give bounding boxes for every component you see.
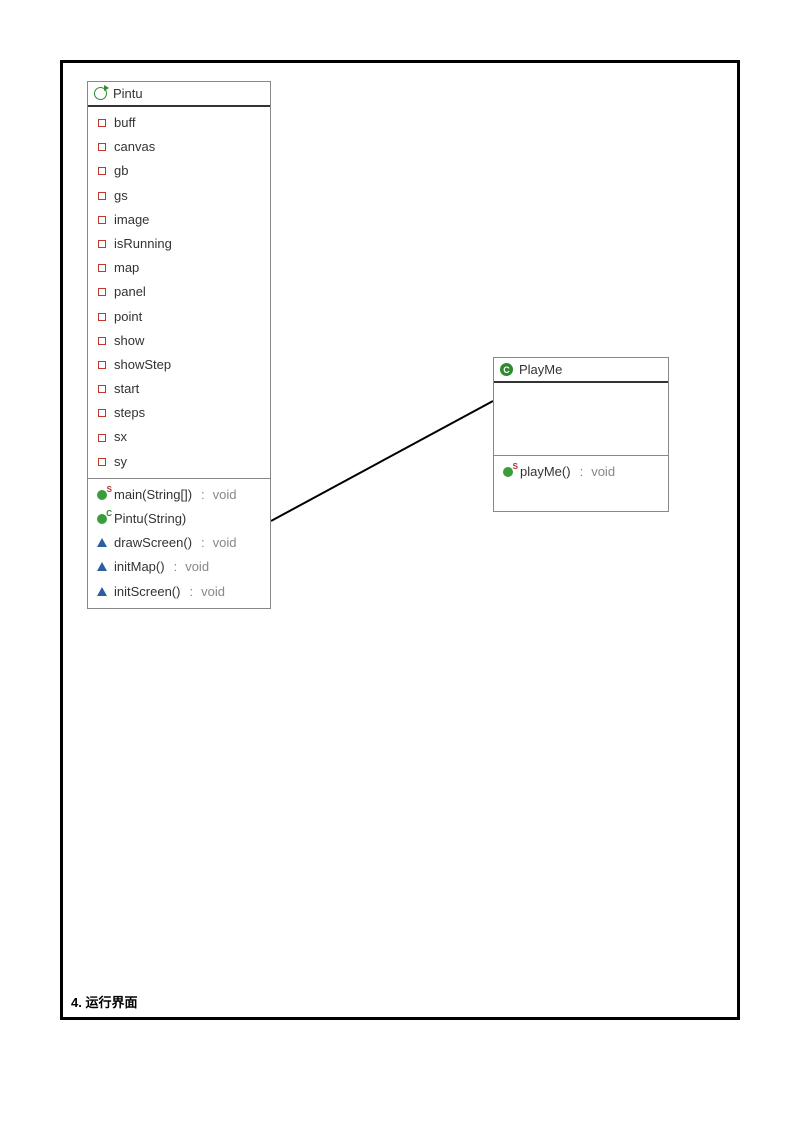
- playme-methods-compartment: playMe(): void: [494, 455, 668, 511]
- colon: :: [201, 486, 205, 504]
- pintu-field-gb: gb: [88, 159, 270, 183]
- pintu-field-map: map: [88, 256, 270, 280]
- field-icon: [98, 216, 106, 224]
- field-name: point: [114, 308, 142, 326]
- package-method-icon: [97, 538, 107, 547]
- field-icon: [98, 434, 106, 442]
- field-name: buff: [114, 114, 135, 132]
- field-icon: [98, 264, 106, 272]
- package-method-icon: [97, 587, 107, 596]
- field-name: showStep: [114, 356, 171, 374]
- pintu-field-isRunning: isRunning: [88, 232, 270, 256]
- class-box-playme: C PlayMe playMe(): void: [493, 357, 669, 512]
- method-signature: Pintu(String): [114, 510, 186, 528]
- pintu-fields-compartment: buff canvas gb gs image isRunning map panel poin…: [88, 107, 270, 478]
- field-icon: [98, 167, 106, 175]
- caption: 4. 运行界面: [71, 992, 137, 1011]
- pintu-field-start: start: [88, 377, 270, 401]
- pintu-methods-compartment: main(String[]): void Pintu(String) drawScre…: [88, 478, 270, 608]
- method-signature: initMap(): [114, 558, 165, 576]
- pintu-field-steps: steps: [88, 401, 270, 425]
- playme-method-0: playMe(): void: [494, 460, 668, 484]
- method-signature: initScreen(): [114, 583, 180, 601]
- return-type: void: [213, 534, 237, 552]
- page: Pintu buff canvas gb gs image isRunning map pan…: [0, 0, 800, 1132]
- pintu-field-panel: panel: [88, 280, 270, 304]
- pintu-field-sy: sy: [88, 450, 270, 474]
- field-icon: [98, 361, 106, 369]
- pintu-field-gs: gs: [88, 184, 270, 208]
- field-name: gs: [114, 187, 128, 205]
- field-icon: [98, 119, 106, 127]
- field-name: steps: [114, 404, 145, 422]
- colon: :: [174, 558, 178, 576]
- field-icon: [98, 337, 106, 345]
- class-name-playme: PlayMe: [519, 362, 562, 377]
- pintu-method-2: drawScreen(): void: [88, 531, 270, 555]
- pintu-method-1: Pintu(String): [88, 507, 270, 531]
- static-method-icon: [97, 490, 107, 500]
- class-name-pintu: Pintu: [113, 86, 143, 101]
- playme-fields-compartment: [494, 383, 668, 455]
- field-icon: [98, 385, 106, 393]
- pintu-field-buff: buff: [88, 111, 270, 135]
- return-type: void: [213, 486, 237, 504]
- field-icon: [98, 192, 106, 200]
- return-type: void: [201, 583, 225, 601]
- colon: :: [201, 534, 205, 552]
- class-icon: C: [500, 363, 513, 376]
- class-title-playme: C PlayMe: [494, 358, 668, 383]
- method-signature: main(String[]): [114, 486, 192, 504]
- pintu-field-image: image: [88, 208, 270, 232]
- field-name: image: [114, 211, 149, 229]
- field-icon: [98, 288, 106, 296]
- pintu-method-0: main(String[]): void: [88, 483, 270, 507]
- field-name: show: [114, 332, 144, 350]
- package-method-icon: [97, 562, 107, 571]
- field-icon: [98, 458, 106, 466]
- field-name: sy: [114, 453, 127, 471]
- method-signature: playMe(): [520, 463, 571, 481]
- field-name: map: [114, 259, 139, 277]
- field-name: start: [114, 380, 139, 398]
- colon: :: [580, 463, 584, 481]
- constructor-icon: [97, 514, 107, 524]
- field-icon: [98, 143, 106, 151]
- pintu-field-canvas: canvas: [88, 135, 270, 159]
- field-icon: [98, 240, 106, 248]
- class-runnable-icon: [94, 87, 107, 100]
- field-icon: [98, 313, 106, 321]
- pintu-method-3: initMap(): void: [88, 555, 270, 579]
- pintu-field-show: show: [88, 329, 270, 353]
- pintu-method-4: initScreen(): void: [88, 580, 270, 604]
- field-name: gb: [114, 162, 128, 180]
- field-icon: [98, 409, 106, 417]
- return-type: void: [591, 463, 615, 481]
- field-name: panel: [114, 283, 146, 301]
- field-name: isRunning: [114, 235, 172, 253]
- pintu-field-point: point: [88, 305, 270, 329]
- class-title-pintu: Pintu: [88, 82, 270, 107]
- method-signature: drawScreen(): [114, 534, 192, 552]
- static-method-icon: [503, 467, 513, 477]
- diagram-frame: Pintu buff canvas gb gs image isRunning map pan…: [60, 60, 740, 1020]
- colon: :: [189, 583, 193, 601]
- field-name: sx: [114, 428, 127, 446]
- pintu-field-showStep: showStep: [88, 353, 270, 377]
- field-name: canvas: [114, 138, 155, 156]
- return-type: void: [185, 558, 209, 576]
- class-box-pintu: Pintu buff canvas gb gs image isRunning map pan…: [87, 81, 271, 609]
- pintu-field-sx: sx: [88, 425, 270, 449]
